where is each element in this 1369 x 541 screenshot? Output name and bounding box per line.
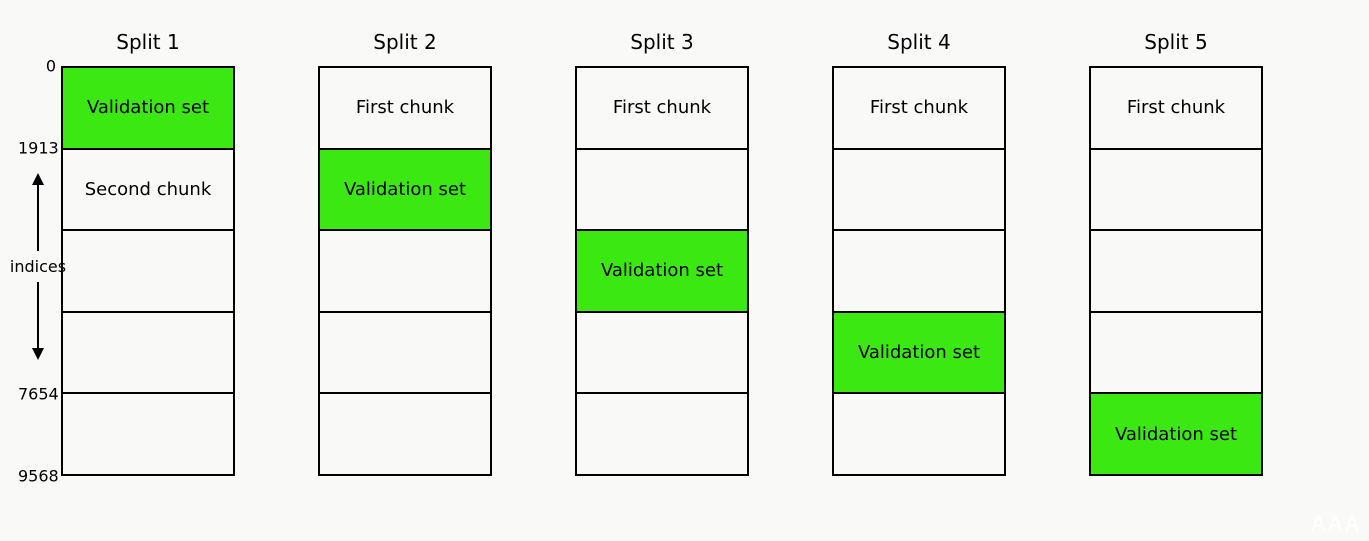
chunk-s3-2: Validation set (575, 229, 749, 311)
chunk-s4-3: Validation set (832, 311, 1006, 393)
split-title-2: Split 2 (318, 30, 492, 54)
chunk-s3-3 (575, 311, 749, 393)
split-column-4: First chunk Validation set (832, 66, 1006, 476)
tick-1913: 1913 (18, 139, 56, 158)
chunk-s2-3 (318, 311, 492, 393)
chunk-label: First chunk (870, 97, 968, 118)
chunk-s4-4 (832, 392, 1006, 476)
chunk-s2-2 (318, 229, 492, 311)
chunk-s2-4 (318, 392, 492, 476)
chunk-label: Validation set (344, 179, 466, 200)
chunk-s1-0: Validation set (61, 66, 235, 148)
chunk-s1-3 (61, 311, 235, 393)
chunk-label: Validation set (858, 342, 980, 363)
cv-split-diagram: Split 1 Split 2 Split 3 Split 4 Split 5 … (0, 0, 1369, 541)
chunk-label: First chunk (613, 97, 711, 118)
split-title-1: Split 1 (61, 30, 235, 54)
chunk-s4-0: First chunk (832, 66, 1006, 148)
chunk-s5-4: Validation set (1089, 392, 1263, 476)
chunk-s1-1: Second chunk (61, 148, 235, 230)
chunk-s3-0: First chunk (575, 66, 749, 148)
split-title-3: Split 3 (575, 30, 749, 54)
split-column-2: First chunk Validation set (318, 66, 492, 476)
split-title-5: Split 5 (1089, 30, 1263, 54)
chunk-s5-1 (1089, 148, 1263, 230)
split-title-4: Split 4 (832, 30, 1006, 54)
chunk-s4-1 (832, 148, 1006, 230)
tick-7654: 7654 (18, 385, 56, 404)
chunk-label: Validation set (601, 260, 723, 281)
chunk-label: Validation set (87, 97, 209, 118)
chunk-s3-4 (575, 392, 749, 476)
axis-label: indices (10, 257, 66, 276)
chunk-s5-0: First chunk (1089, 66, 1263, 148)
split-column-5: First chunk Validation set (1089, 66, 1263, 476)
split-column-3: First chunk Validation set (575, 66, 749, 476)
chunk-s1-4 (61, 392, 235, 476)
chunk-label: First chunk (1127, 97, 1225, 118)
indices-axis: indices (10, 156, 66, 376)
arrow-down-icon (31, 282, 45, 360)
tick-9568: 9568 (18, 467, 56, 486)
chunk-s5-3 (1089, 311, 1263, 393)
chunk-s2-0: First chunk (318, 66, 492, 148)
chunk-label: Second chunk (85, 179, 212, 200)
chunk-label: First chunk (356, 97, 454, 118)
chunk-s5-2 (1089, 229, 1263, 311)
arrow-up-icon (31, 173, 45, 251)
tick-0: 0 (18, 57, 56, 76)
chunk-s4-2 (832, 229, 1006, 311)
watermark: AAA (1310, 511, 1361, 537)
chunk-s2-1: Validation set (318, 148, 492, 230)
chunk-label: Validation set (1115, 424, 1237, 445)
split-column-1: Validation set Second chunk (61, 66, 235, 476)
chunk-s3-1 (575, 148, 749, 230)
chunk-s1-2 (61, 229, 235, 311)
